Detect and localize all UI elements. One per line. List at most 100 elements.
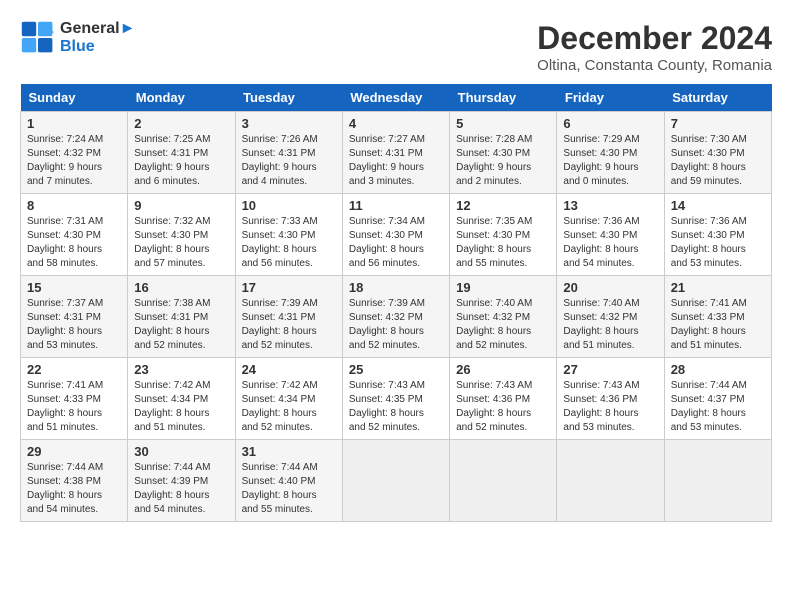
calendar-cell: 8 Sunrise: 7:31 AMSunset: 4:30 PMDaylight… [21,194,128,276]
day-info: Sunrise: 7:44 AMSunset: 4:38 PMDaylight:… [27,461,121,517]
calendar-table: SundayMondayTuesdayWednesdayThursdayFrid… [20,84,772,522]
day-number: 26 [456,362,550,377]
day-number: 22 [27,362,121,377]
day-number: 9 [134,198,228,213]
weekday-header-tuesday: Tuesday [235,84,342,112]
day-info: Sunrise: 7:24 AMSunset: 4:32 PMDaylight:… [27,133,121,189]
weekday-header-friday: Friday [557,84,664,112]
calendar-cell: 20Sunrise: 7:40 AMSunset: 4:32 PMDayligh… [557,276,664,358]
day-info: Sunrise: 7:43 AMSunset: 4:35 PMDaylight:… [349,379,443,435]
day-number: 15 [27,280,121,295]
weekday-header-sunday: Sunday [21,84,128,112]
location-subtitle: Oltina, Constanta County, Romania [537,57,772,74]
day-info: Sunrise: 7:35 AMSunset: 4:30 PMDaylight:… [456,215,550,271]
day-info: Sunrise: 7:34 AMSunset: 4:30 PMDaylight:… [349,215,443,271]
calendar-cell: 7 Sunrise: 7:30 AMSunset: 4:30 PMDaylight… [664,112,771,194]
weekday-header-row: SundayMondayTuesdayWednesdayThursdayFrid… [21,84,772,112]
page-header: General► Blue December 2024 Oltina, Cons… [20,20,772,74]
day-info: Sunrise: 7:28 AMSunset: 4:30 PMDaylight:… [456,133,550,189]
weekday-header-monday: Monday [128,84,235,112]
calendar-week-2: 8 Sunrise: 7:31 AMSunset: 4:30 PMDaylight… [21,194,772,276]
calendar-cell: 3 Sunrise: 7:26 AMSunset: 4:31 PMDaylight… [235,112,342,194]
day-number: 27 [563,362,657,377]
calendar-cell: 12 Sunrise: 7:35 AMSunset: 4:30 PMDayligh… [450,194,557,276]
day-number: 5 [456,116,550,131]
day-info: Sunrise: 7:41 AMSunset: 4:33 PMDaylight:… [27,379,121,435]
calendar-cell: 9Sunrise: 7:32 AMSunset: 4:30 PMDaylight… [128,194,235,276]
logo-icon [20,20,56,56]
day-number: 12 [456,198,550,213]
day-info: Sunrise: 7:40 AMSunset: 4:32 PMDaylight:… [563,297,657,353]
day-info: Sunrise: 7:38 AMSunset: 4:31 PMDaylight:… [134,297,228,353]
day-number: 13 [563,198,657,213]
calendar-cell: 21Sunrise: 7:41 AMSunset: 4:33 PMDayligh… [664,276,771,358]
day-info: Sunrise: 7:36 AMSunset: 4:30 PMDaylight:… [563,215,657,271]
calendar-week-4: 22 Sunrise: 7:41 AMSunset: 4:33 PMDayligh… [21,358,772,440]
day-info: Sunrise: 7:39 AMSunset: 4:32 PMDaylight:… [349,297,443,353]
day-number: 11 [349,198,443,213]
day-info: Sunrise: 7:42 AMSunset: 4:34 PMDaylight:… [134,379,228,435]
calendar-cell: 29 Sunrise: 7:44 AMSunset: 4:38 PMDayligh… [21,440,128,522]
day-number: 4 [349,116,443,131]
calendar-cell: 31 Sunrise: 7:44 AMSunset: 4:40 PMDayligh… [235,440,342,522]
calendar-cell: 24 Sunrise: 7:42 AMSunset: 4:34 PMDayligh… [235,358,342,440]
day-info: Sunrise: 7:42 AMSunset: 4:34 PMDaylight:… [242,379,336,435]
day-number: 18 [349,280,443,295]
day-info: Sunrise: 7:44 AMSunset: 4:40 PMDaylight:… [242,461,336,517]
calendar-cell: 16 Sunrise: 7:38 AMSunset: 4:31 PMDayligh… [128,276,235,358]
day-number: 31 [242,444,336,459]
calendar-cell: 27 Sunrise: 7:43 AMSunset: 4:36 PMDayligh… [557,358,664,440]
day-info: Sunrise: 7:41 AMSunset: 4:33 PMDaylight:… [671,297,765,353]
day-info: Sunrise: 7:43 AMSunset: 4:36 PMDaylight:… [456,379,550,435]
day-info: Sunrise: 7:36 AMSunset: 4:30 PMDaylight:… [671,215,765,271]
weekday-header-thursday: Thursday [450,84,557,112]
day-info: Sunrise: 7:29 AMSunset: 4:30 PMDaylight:… [563,133,657,189]
title-block: December 2024 Oltina, Constanta County, … [537,20,772,74]
calendar-cell [664,440,771,522]
day-number: 1 [27,116,121,131]
day-info: Sunrise: 7:40 AMSunset: 4:32 PMDaylight:… [456,297,550,353]
day-info: Sunrise: 7:33 AMSunset: 4:30 PMDaylight:… [242,215,336,271]
calendar-cell: 1 Sunrise: 7:24 AMSunset: 4:32 PMDaylight… [21,112,128,194]
calendar-cell: 22 Sunrise: 7:41 AMSunset: 4:33 PMDayligh… [21,358,128,440]
day-number: 10 [242,198,336,213]
calendar-cell: 4Sunrise: 7:27 AMSunset: 4:31 PMDaylight… [342,112,449,194]
day-number: 30 [134,444,228,459]
calendar-cell [342,440,449,522]
calendar-cell: 5 Sunrise: 7:28 AMSunset: 4:30 PMDaylight… [450,112,557,194]
day-info: Sunrise: 7:39 AMSunset: 4:31 PMDaylight:… [242,297,336,353]
day-info: Sunrise: 7:44 AMSunset: 4:37 PMDaylight:… [671,379,765,435]
day-number: 8 [27,198,121,213]
weekday-header-saturday: Saturday [664,84,771,112]
day-number: 29 [27,444,121,459]
day-info: Sunrise: 7:31 AMSunset: 4:30 PMDaylight:… [27,215,121,271]
day-number: 24 [242,362,336,377]
calendar-cell: 23Sunrise: 7:42 AMSunset: 4:34 PMDayligh… [128,358,235,440]
calendar-cell: 14 Sunrise: 7:36 AMSunset: 4:30 PMDayligh… [664,194,771,276]
calendar-cell: 17 Sunrise: 7:39 AMSunset: 4:31 PMDayligh… [235,276,342,358]
day-info: Sunrise: 7:25 AMSunset: 4:31 PMDaylight:… [134,133,228,189]
weekday-header-wednesday: Wednesday [342,84,449,112]
day-number: 25 [349,362,443,377]
day-info: Sunrise: 7:26 AMSunset: 4:31 PMDaylight:… [242,133,336,189]
day-number: 6 [563,116,657,131]
day-number: 7 [671,116,765,131]
day-number: 14 [671,198,765,213]
day-number: 17 [242,280,336,295]
logo: General► Blue [20,20,135,56]
day-number: 19 [456,280,550,295]
calendar-cell: 10 Sunrise: 7:33 AMSunset: 4:30 PMDayligh… [235,194,342,276]
calendar-week-1: 1 Sunrise: 7:24 AMSunset: 4:32 PMDaylight… [21,112,772,194]
day-info: Sunrise: 7:37 AMSunset: 4:31 PMDaylight:… [27,297,121,353]
calendar-cell: 2Sunrise: 7:25 AMSunset: 4:31 PMDaylight… [128,112,235,194]
logo-text: General► Blue [60,20,135,56]
day-info: Sunrise: 7:30 AMSunset: 4:30 PMDaylight:… [671,133,765,189]
calendar-cell: 11 Sunrise: 7:34 AMSunset: 4:30 PMDayligh… [342,194,449,276]
day-info: Sunrise: 7:43 AMSunset: 4:36 PMDaylight:… [563,379,657,435]
day-number: 16 [134,280,228,295]
day-number: 3 [242,116,336,131]
calendar-cell: 28Sunrise: 7:44 AMSunset: 4:37 PMDayligh… [664,358,771,440]
calendar-week-5: 29 Sunrise: 7:44 AMSunset: 4:38 PMDayligh… [21,440,772,522]
calendar-cell [557,440,664,522]
calendar-cell [450,440,557,522]
